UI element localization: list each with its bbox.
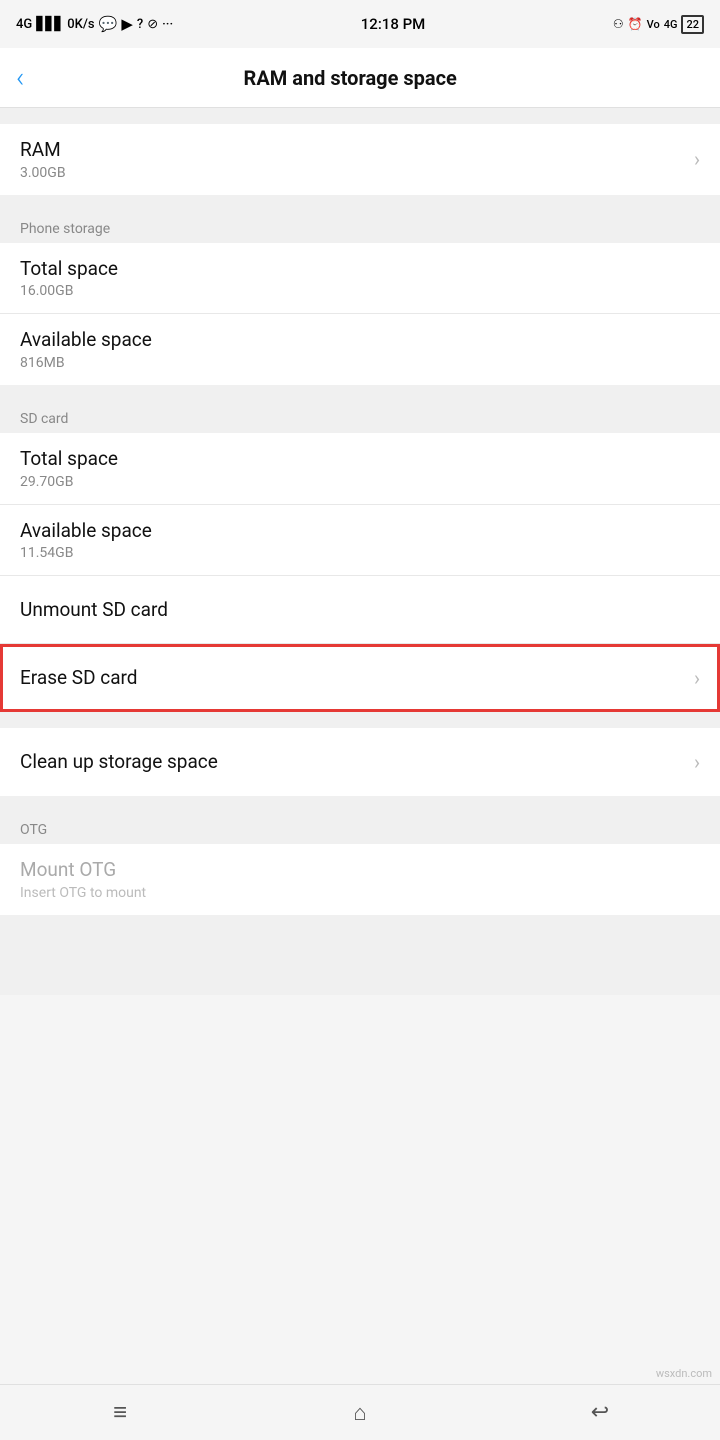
sd-available-item: Available space 11.54GB bbox=[0, 505, 720, 577]
sd-available-title: Available space bbox=[20, 519, 700, 544]
status-right: ⚇ ⏰ Vo 4G 22 bbox=[613, 15, 704, 34]
mount-otg-subtitle: Insert OTG to mount bbox=[20, 885, 700, 901]
phone-total-text: Total space 16.00GB bbox=[20, 257, 700, 300]
clean-storage-item[interactable]: Clean up storage space › bbox=[0, 728, 720, 796]
otg-section: Mount OTG Insert OTG to mount bbox=[0, 844, 720, 915]
ram-title: RAM bbox=[20, 138, 684, 163]
phone-total-title: Total space bbox=[20, 257, 700, 282]
sd-total-text: Total space 29.70GB bbox=[20, 447, 700, 490]
sd-card-header: SD card bbox=[0, 401, 720, 433]
clean-storage-chevron: › bbox=[694, 750, 700, 774]
nav-back-button[interactable]: ↩ bbox=[560, 1385, 640, 1440]
home-icon: ⌂ bbox=[353, 1400, 366, 1426]
alarm-icon: ⏰ bbox=[628, 17, 643, 31]
sd-card-section: Total space 29.70GB Available space 11.5… bbox=[0, 433, 720, 712]
signal-bars: ▋▋▋ bbox=[36, 17, 63, 32]
content-area: RAM 3.00GB › Phone storage Total space 1… bbox=[0, 108, 720, 995]
phone-available-subtitle: 816MB bbox=[20, 355, 700, 371]
bluetooth-icon: ⚇ bbox=[613, 17, 624, 31]
ram-item[interactable]: RAM 3.00GB › bbox=[0, 124, 720, 195]
mount-otg-text: Mount OTG Insert OTG to mount bbox=[20, 858, 700, 901]
phone-available-item: Available space 816MB bbox=[0, 314, 720, 385]
sd-available-subtitle: 11.54GB bbox=[20, 545, 700, 561]
phone-storage-header: Phone storage bbox=[0, 211, 720, 243]
otg-header: OTG bbox=[0, 812, 720, 844]
network-info: 4G bbox=[16, 17, 32, 32]
whatsapp-icon: 💬 bbox=[99, 15, 118, 33]
ram-chevron: › bbox=[694, 147, 700, 171]
back-nav-icon: ↩ bbox=[591, 1400, 609, 1425]
erase-sd-text: Erase SD card bbox=[20, 666, 684, 691]
erase-sd-item[interactable]: Erase SD card › bbox=[0, 644, 720, 712]
4g-icon: 4G bbox=[664, 18, 678, 31]
nav-menu-button[interactable]: ≡ bbox=[80, 1385, 160, 1440]
sd-available-text: Available space 11.54GB bbox=[20, 519, 700, 562]
unmount-sd-item[interactable]: Unmount SD card bbox=[0, 576, 720, 644]
volte-icon: Vo bbox=[647, 18, 660, 31]
nav-bar: ≡ ⌂ ↩ bbox=[0, 1384, 720, 1440]
status-bar: 4G ▋▋▋ 0K/s 💬 ▶ ? ⊘ ··· 12:18 PM ⚇ ⏰ Vo … bbox=[0, 0, 720, 48]
ram-section: RAM 3.00GB › bbox=[0, 124, 720, 195]
phone-storage-section: Total space 16.00GB Available space 816M… bbox=[0, 243, 720, 385]
unmount-sd-text: Unmount SD card bbox=[20, 598, 700, 623]
clean-storage-text: Clean up storage space bbox=[20, 750, 684, 775]
ram-subtitle: 3.00GB bbox=[20, 165, 684, 181]
slash-icon: ⊘ bbox=[147, 17, 158, 32]
phone-total-subtitle: 16.00GB bbox=[20, 283, 700, 299]
sd-total-item: Total space 29.70GB bbox=[0, 433, 720, 505]
cleanup-section: Clean up storage space › bbox=[0, 728, 720, 796]
nav-home-button[interactable]: ⌂ bbox=[320, 1385, 400, 1440]
mount-otg-item: Mount OTG Insert OTG to mount bbox=[0, 844, 720, 915]
watermark: wsxdn.com bbox=[656, 1367, 712, 1380]
more-icon: ··· bbox=[162, 17, 173, 32]
erase-sd-chevron: › bbox=[694, 666, 700, 690]
app-bar: ‹ RAM and storage space bbox=[0, 48, 720, 108]
battery-indicator: 22 bbox=[681, 15, 704, 34]
sd-total-subtitle: 29.70GB bbox=[20, 474, 700, 490]
phone-available-text: Available space 816MB bbox=[20, 328, 700, 371]
back-button[interactable]: ‹ bbox=[16, 64, 24, 92]
status-left: 4G ▋▋▋ 0K/s 💬 ▶ ? ⊘ ··· bbox=[16, 15, 173, 33]
data-speed: 0K/s bbox=[67, 17, 94, 32]
clean-storage-title: Clean up storage space bbox=[20, 750, 684, 775]
phone-total-item: Total space 16.00GB bbox=[0, 243, 720, 315]
menu-icon: ≡ bbox=[113, 1398, 127, 1427]
unmount-sd-title: Unmount SD card bbox=[20, 598, 700, 623]
page-title: RAM and storage space bbox=[40, 66, 660, 90]
help-icon: ? bbox=[137, 17, 143, 32]
status-time: 12:18 PM bbox=[361, 15, 425, 33]
erase-sd-title: Erase SD card bbox=[20, 666, 684, 691]
youtube-icon: ▶ bbox=[121, 15, 133, 33]
mount-otg-title: Mount OTG bbox=[20, 858, 700, 883]
sd-total-title: Total space bbox=[20, 447, 700, 472]
phone-available-title: Available space bbox=[20, 328, 700, 353]
ram-item-text: RAM 3.00GB bbox=[20, 138, 684, 181]
